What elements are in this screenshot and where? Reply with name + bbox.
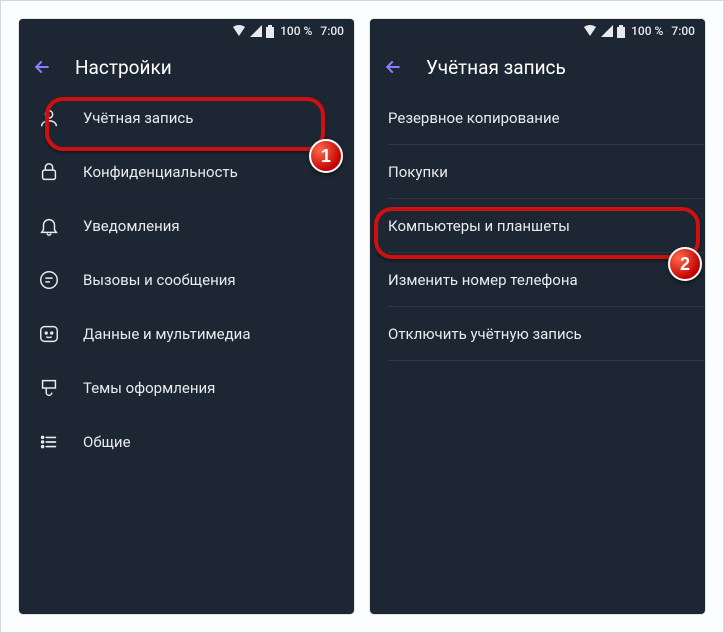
item-data-media[interactable]: Данные и мультимедиа	[19, 307, 354, 361]
clock-text: 7:00	[320, 24, 344, 38]
item-label: Отключить учётную запись	[388, 325, 687, 343]
phone-right: 100 % 7:00 Учётная запись Резервное копи…	[370, 19, 705, 614]
user-icon	[37, 106, 61, 130]
item-label: Уведомления	[83, 217, 336, 235]
item-label: Общие	[83, 433, 336, 451]
page-title: Настройки	[75, 56, 172, 79]
page-title: Учётная запись	[426, 56, 566, 79]
lock-icon	[37, 160, 61, 184]
item-label: Компьютеры и планшеты	[388, 217, 687, 235]
item-backup[interactable]: Резервное копирование	[370, 91, 705, 145]
battery-text: 100 %	[280, 24, 312, 38]
item-label: Покупки	[388, 163, 687, 181]
signal-icon	[250, 25, 262, 37]
brush-icon	[37, 376, 61, 400]
chat-icon	[37, 268, 61, 292]
settings-list: Учётная запись Конфиденциальность Уведом…	[19, 91, 354, 614]
signal-icon	[601, 25, 613, 37]
item-privacy[interactable]: Конфиденциальность	[19, 145, 354, 199]
back-button[interactable]	[382, 56, 404, 78]
phone-left: 100 % 7:00 Настройки Учётная запись Конф…	[19, 19, 354, 614]
step-badge-1: 1	[309, 139, 343, 173]
clock-text: 7:00	[671, 24, 695, 38]
item-themes[interactable]: Темы оформления	[19, 361, 354, 415]
item-label: Темы оформления	[83, 379, 336, 397]
wifi-icon	[232, 25, 246, 37]
status-bar: 100 % 7:00	[19, 19, 354, 43]
item-change-phone[interactable]: Изменить номер телефона	[370, 253, 705, 307]
face-icon	[37, 322, 61, 346]
header: Настройки	[19, 43, 354, 91]
battery-text: 100 %	[631, 24, 663, 38]
item-computers-tablets[interactable]: Компьютеры и планшеты	[370, 199, 705, 253]
item-label: Данные и мультимедиа	[83, 325, 336, 343]
battery-icon	[266, 25, 274, 38]
bell-icon	[37, 214, 61, 238]
item-label: Вызовы и сообщения	[83, 271, 336, 289]
item-deactivate-account[interactable]: Отключить учётную запись	[370, 307, 705, 361]
item-label: Учётная запись	[83, 109, 336, 127]
status-bar: 100 % 7:00	[370, 19, 705, 43]
step-badge-2: 2	[668, 247, 702, 281]
item-label: Конфиденциальность	[83, 163, 336, 181]
item-account[interactable]: Учётная запись	[19, 91, 354, 145]
header: Учётная запись	[370, 43, 705, 91]
item-label: Изменить номер телефона	[388, 271, 687, 289]
wifi-icon	[583, 25, 597, 37]
item-calls-messages[interactable]: Вызовы и сообщения	[19, 253, 354, 307]
item-purchases[interactable]: Покупки	[370, 145, 705, 199]
account-list: Резервное копирование Покупки Компьютеры…	[370, 91, 705, 614]
list-icon	[37, 430, 61, 454]
item-label: Резервное копирование	[388, 109, 687, 127]
item-general[interactable]: Общие	[19, 415, 354, 469]
back-button[interactable]	[31, 56, 53, 78]
battery-icon	[617, 25, 625, 38]
item-notifications[interactable]: Уведомления	[19, 199, 354, 253]
